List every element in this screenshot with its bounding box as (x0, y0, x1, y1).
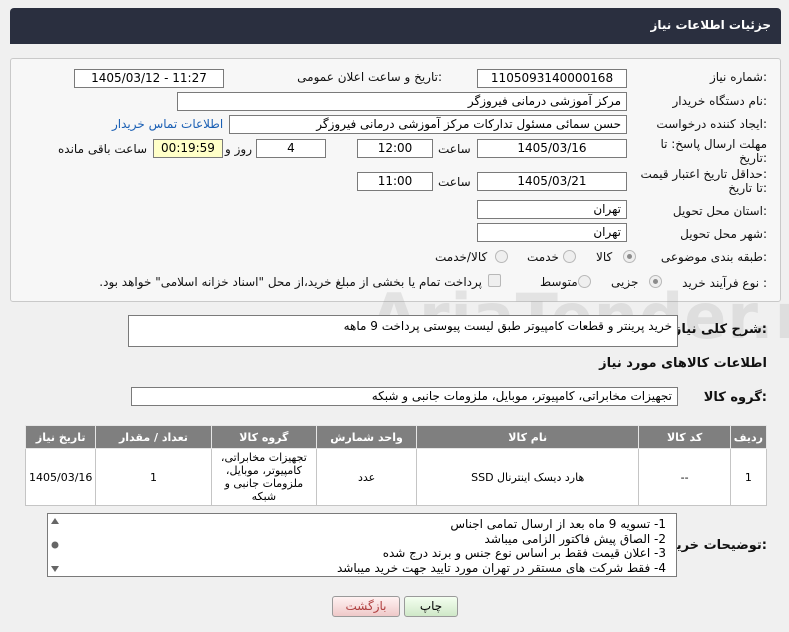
col-code: کد کالا (638, 425, 731, 449)
validity-hour-label: ساعت (438, 175, 471, 189)
note-line-4: 4- فقط شرکت های مستقر در تهران مورد تایی… (336, 560, 666, 575)
buyer-notes-field[interactable]: 1- تسویه 9 ماه بعد از ارسال تمامی اجناس … (47, 513, 677, 577)
cell-qty: 1 (95, 448, 212, 506)
deadline-hour-label: ساعت (438, 142, 471, 156)
summary-field[interactable]: خرید پرینتر و قطعات کامپیوتر طبق لیست پی… (128, 315, 678, 347)
deadline-date-field[interactable]: 1405/03/16 (477, 139, 627, 158)
time-remaining-label: ساعت باقی مانده (58, 142, 148, 156)
col-date: تاریخ نیاز (24, 425, 97, 449)
goods-group-label: گروه کالا: (703, 390, 767, 405)
category-option-goods: کالا (596, 250, 613, 264)
cell-date: 1405/03/16 (24, 448, 97, 506)
summary-label: شرح کلی نیاز: (673, 322, 767, 337)
validity-date-label: تا تاریخ: (728, 181, 767, 195)
category-radio-goods[interactable] (623, 250, 636, 263)
process-radio-minor[interactable] (649, 275, 662, 288)
announce-date-label: تاریخ و ساعت اعلان عمومی: (297, 70, 442, 84)
category-option-service: خدمت (527, 250, 559, 264)
table-row[interactable]: 1 -- هارد دیسک اینترنال SSD عدد تجهیزات … (24, 448, 768, 506)
goods-group-field[interactable]: تجهیزات مخابراتی، کامپیوتر، موبایل، ملزو… (131, 387, 678, 406)
back-button[interactable]: بازگشت (332, 596, 400, 617)
col-qty: تعداد / مقدار (95, 425, 212, 449)
need-number-field[interactable]: 1105093140000168 (477, 69, 627, 88)
buyer-contact-link[interactable]: اطلاعات تماس خریدار (112, 117, 223, 131)
validity-date-field[interactable]: 1405/03/21 (477, 172, 627, 191)
days-label: روز و (225, 142, 252, 156)
deadline-date-label: تاریخ: (739, 151, 767, 165)
time-remaining-field[interactable]: 00:19:59 (153, 139, 223, 158)
cell-code: -- (638, 448, 731, 506)
process-type-label: نوع فرآیند خرید : (682, 276, 767, 290)
goods-section-title: اطلاعات کالاهای مورد نیاز (599, 356, 767, 371)
creator-field[interactable]: حسن سمائی مسئول تدارکات مرکز آموزشی درما… (229, 115, 627, 134)
page-header: جزئیات اطلاعات نیاز (10, 8, 781, 44)
cell-name: هارد دیسک اینترنال SSD (415, 448, 640, 506)
category-radio-both[interactable] (495, 250, 508, 263)
process-option-minor: جزیی (611, 275, 639, 289)
treasury-payment-note: پرداخت تمام یا بخشی از مبلغ خرید،از محل … (99, 275, 482, 289)
province-field[interactable]: تهران (477, 200, 627, 219)
buyer-org-label: نام دستگاه خریدار: (672, 94, 768, 108)
buyer-org-field[interactable]: مرکز آموزشی درمانی فیروزگر (177, 92, 627, 111)
cell-unit: عدد (316, 448, 417, 506)
deadline-label: مهلت ارسال پاسخ: تا (660, 137, 767, 151)
print-button[interactable]: چاپ (404, 596, 458, 617)
city-field[interactable]: تهران (477, 223, 627, 242)
note-line-2: 2- الصاق پیش فاکتور الزامی میباشد (484, 531, 666, 546)
category-radio-service[interactable] (563, 250, 576, 263)
col-group: گروه کالا (210, 425, 318, 449)
note-line-1: 1- تسویه 9 ماه بعد از ارسال تمامی اجناس (450, 517, 666, 531)
notes-scrollbar[interactable] (49, 515, 61, 575)
cell-group: تجهیزات مخابراتی، کامپیوتر، موبایل، ملزو… (210, 448, 318, 506)
goods-table-header: ردیف کد کالا نام کالا واحد شمارش گروه کا… (24, 425, 768, 449)
col-name: نام کالا (415, 425, 640, 449)
process-option-medium: متوسط (540, 275, 578, 289)
goods-table: ردیف کد کالا نام کالا واحد شمارش گروه کا… (24, 425, 768, 506)
province-label: استان محل تحویل: (672, 204, 767, 218)
note-line-3: 3- اعلان قیمت فقط بر اساس نوع جنس و برند… (382, 546, 666, 560)
scroll-thumb-icon (51, 541, 59, 549)
col-row: ردیف (729, 425, 768, 449)
deadline-time-field[interactable]: 12:00 (357, 139, 433, 158)
validity-time-field[interactable]: 11:00 (357, 172, 433, 191)
col-unit: واحد شمارش (316, 425, 417, 449)
category-option-both: کالا/خدمت (435, 250, 488, 264)
category-label: طبقه بندی موضوعی: (660, 250, 767, 264)
process-radio-medium[interactable] (578, 275, 591, 288)
scroll-down-icon (51, 566, 59, 572)
city-label: شهر محل تحویل: (680, 227, 767, 241)
treasury-payment-checkbox[interactable] (488, 274, 501, 287)
validity-label: حداقل تاریخ اعتبار قیمت: (640, 167, 767, 181)
scroll-up-icon (51, 518, 59, 524)
days-remaining-field[interactable]: 4 (256, 139, 326, 158)
page-title: جزئیات اطلاعات نیاز (650, 18, 771, 32)
need-number-label: شماره نیاز: (709, 70, 767, 84)
cell-row: 1 (729, 448, 768, 506)
announce-date-field[interactable]: 1405/03/12 - 11:27 (74, 69, 224, 88)
creator-label: ایجاد کننده درخواست: (656, 117, 767, 131)
